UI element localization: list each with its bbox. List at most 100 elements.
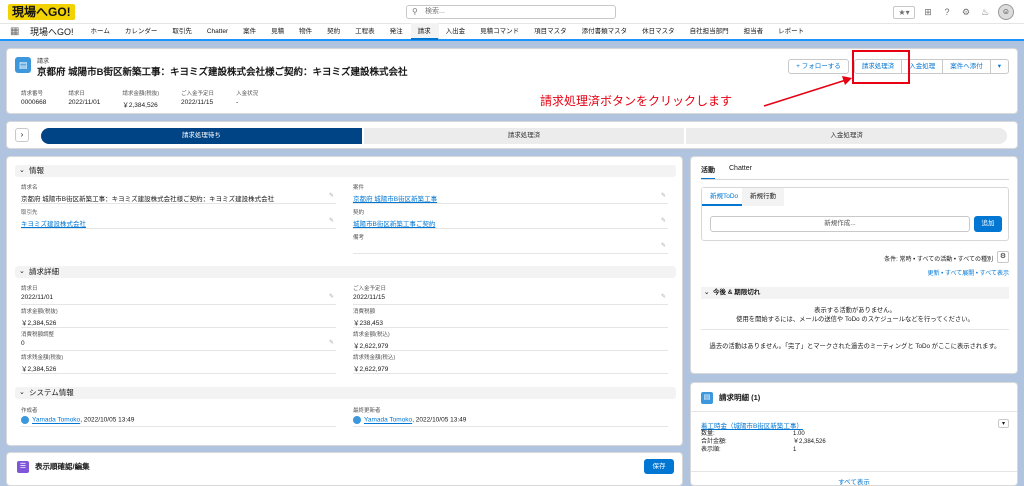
field-last-modified-by: 最終更新者 Yamada Tomoko, 2022/10/05 13:49 [353,406,668,427]
highlight-value: 2022/11/01 [68,99,101,106]
activity-links[interactable]: 更新 • すべて展開 • すべて表示 [927,268,1009,277]
activity-panel: 活動 Chatter 新規ToDo 新規行動 新規作成... 追加 条件: 常時… [690,156,1018,374]
section-title: 情報 [29,166,44,175]
pencil-icon[interactable]: ✎ [661,217,666,224]
more-actions-chevron-down-icon[interactable]: ▾ [989,59,1009,74]
help-icon[interactable]: ? [941,6,953,18]
field-label: 消費税額 [353,309,376,315]
pencil-icon[interactable]: ✎ [661,192,666,199]
annotation-highlight-box [852,50,910,84]
show-all-link[interactable]: すべて表示 [691,471,1017,486]
invoice-line-link[interactable]: 着工時金（城陽市B街区新築工事） [701,420,803,430]
nav-item-calendar[interactable]: カレンダー [118,23,166,40]
favorites-star-icon[interactable]: ★▾ [893,5,915,19]
bell-icon[interactable]: ♨ [979,6,991,18]
app-logo[interactable]: 現場へGO! [8,4,75,20]
list-item: 表示順: 1 [701,446,826,454]
app-navigation: ▦ 現場へGO! ホーム カレンダー 取引先 Chatter 案件 見積 物件 … [0,23,1024,41]
search-placeholder: 検索... [425,8,445,15]
new-task-input[interactable]: 新規作成... [710,216,970,232]
no-activity-message: 表示する活動がありません。 [814,307,896,314]
field-amount-excl-tax: 請求金額(税抜) ￥2,384,526 [21,307,336,328]
contract-link[interactable]: 城陽市B街区新築工事ご契約 [353,218,668,228]
save-button[interactable]: 保存 [644,459,674,474]
section-title: 今後 & 期限切れ [713,289,761,296]
no-activity-hint: 使用を開始するには、メールの送信や ToDo のスケジュールなどを行ってください… [736,316,974,323]
nav-item-schedule[interactable]: 工程表 [348,23,383,40]
pencil-icon[interactable]: ✎ [329,293,334,300]
nav-item-payments[interactable]: 入出金 [439,23,474,40]
header-icons: ★▾ ⊞ ? ⚙ ♨ ☺ [893,4,1014,20]
account-link[interactable]: キヨミズ建設株式会社 [21,218,336,228]
path-step-pending[interactable]: 請求処理待ち [41,128,362,144]
gear-icon[interactable]: ⚙ [960,6,972,18]
app-launcher-icon[interactable]: ▦ [10,26,24,37]
field-consumption-tax: 消費税額 ￥238,453 [353,307,668,328]
nav-item-departments[interactable]: 自社担当部門 [683,23,737,40]
nav-item-projects[interactable]: 案件 [236,23,264,40]
highlight-label: ご入金予定日 [181,91,215,97]
field-label: 請求日 [21,286,38,292]
pencil-icon[interactable]: ✎ [661,242,666,249]
pencil-icon[interactable]: ✎ [329,339,334,346]
pencil-icon[interactable]: ✎ [329,192,334,199]
nav-item-item-master[interactable]: 項目マスタ [527,23,575,40]
nav-item-orders[interactable]: 発注 [383,23,411,40]
tab-activity[interactable]: 活動 [701,165,715,180]
pencil-icon[interactable]: ✎ [661,293,666,300]
path-step-processed[interactable]: 請求処理済 [361,128,685,144]
attach-to-project-button[interactable]: 案件へ添付 [942,59,991,74]
path-steps: 請求処理待ち 請求処理済 入金処理済 [41,128,1008,144]
nav-item-attachment-master[interactable]: 添付書類マスタ [575,23,636,40]
field-label: 請求残金額(税込) [353,355,396,361]
global-search-input[interactable]: ⚲ 検索... [406,5,616,19]
modified-by-user-link[interactable]: Yamada Tomoko [364,417,412,424]
nav-item-staff[interactable]: 担当者 [737,23,772,40]
section-header-info[interactable]: ⌄ 情報 [15,165,676,177]
nav-item-holiday-master[interactable]: 休日マスタ [635,23,683,40]
field-value: 1 [793,447,797,453]
nav-item-reports[interactable]: レポート [771,23,812,40]
chevron-down-icon: ⌄ [19,268,25,275]
highlight-field: 請求番号 0000668 [21,89,46,109]
related-list-title[interactable]: 請求明細 (1) [719,392,760,404]
nav-item-chatter[interactable]: Chatter [200,23,236,40]
path-toggle-chevron-right-icon[interactable]: › [15,128,29,142]
user-avatar[interactable]: ☺ [998,4,1014,20]
add-button[interactable]: 追加 [974,216,1002,232]
upcoming-overdue-header[interactable]: ⌄ 今後 & 期限切れ [701,287,1009,299]
field-label: 取引先 [21,210,38,216]
section-header-system[interactable]: ⌄ システム情報 [15,387,676,399]
field-label: ご入金予定日 [353,286,387,292]
section-header-detail[interactable]: ⌄ 請求詳細 [15,266,676,278]
tab-new-todo[interactable]: 新規ToDo [702,188,747,206]
filter-gear-icon[interactable]: ⚙ [997,251,1009,263]
field-label: 請求金額(税抜) [21,309,58,315]
highlight-field: 請求日 2022/11/01 [68,89,100,109]
created-by-user-link[interactable]: Yamada Tomoko [32,417,80,424]
field-amount-incl-tax: 請求金額(税込) ￥2,622,979 [353,330,668,351]
field-label: 請求残金額(税抜) [21,355,64,361]
field-label: 消費税額調整 [21,332,55,338]
field-label: 請求金額(税込) [353,332,390,338]
nav-item-home[interactable]: ホーム [84,23,118,40]
user-icon [353,416,361,424]
plus-icon[interactable]: ⊞ [922,6,934,18]
project-link[interactable]: 京都府 城陽市B街区新築工事 [353,193,668,203]
path-step-paid[interactable]: 入金処理済 [684,128,1008,144]
tab-chatter[interactable]: Chatter [729,165,752,180]
row-actions-chevron-down-icon[interactable]: ▾ [998,419,1009,428]
nav-item-contracts[interactable]: 契約 [320,23,348,40]
nav-item-accounts[interactable]: 取引先 [165,23,200,40]
highlight-label: 請求金額(税抜) [122,91,160,97]
tab-new-event[interactable]: 新規行動 [742,188,784,206]
nav-item-properties[interactable]: 物件 [292,23,320,40]
pencil-icon[interactable]: ✎ [329,217,334,224]
nav-item-estimates[interactable]: 見積 [264,23,292,40]
highlight-field: 入金状況 - [236,89,258,109]
chevron-down-icon: ⌄ [704,289,710,296]
field-payment-due-date: ご入金予定日 2022/11/15 ✎ [353,284,668,305]
nav-item-estimate-commands[interactable]: 見積コマンド [473,23,527,40]
highlight-value: 0000668 [21,99,47,106]
nav-item-invoices[interactable]: 請求 [410,23,439,40]
